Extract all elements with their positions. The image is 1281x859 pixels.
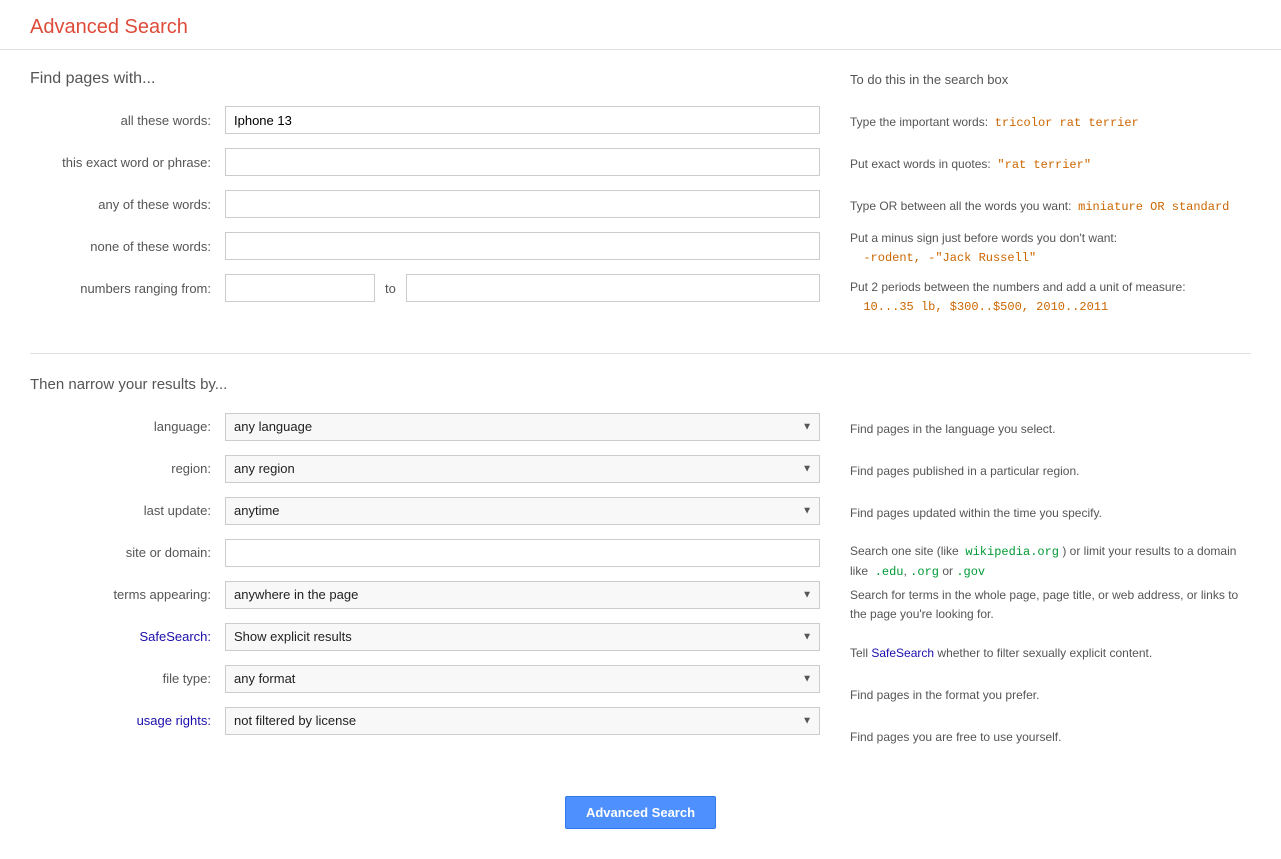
file-type-label: file type: xyxy=(30,671,225,686)
numbers-range-row: numbers ranging from: to xyxy=(30,274,820,302)
any-of-these-row: any of these words: xyxy=(30,190,820,218)
usage-rights-hint: Find pages you are free to use yourself. xyxy=(850,724,1251,752)
none-words-hint: Put a minus sign just before words you d… xyxy=(850,235,1251,263)
terms-appearing-select[interactable]: anywhere in the page in the title of the… xyxy=(225,581,820,609)
numbers-from-input[interactable] xyxy=(225,274,375,302)
usage-rights-row: usage rights: not filtered by license fr… xyxy=(30,707,820,735)
none-of-these-row: none of these words: xyxy=(30,232,820,260)
exact-word-hint: Put exact words in quotes: "rat terrier" xyxy=(850,151,1251,179)
last-update-label: last update: xyxy=(30,503,225,518)
exact-word-row: this exact word or phrase: xyxy=(30,148,820,176)
exact-word-input[interactable] xyxy=(225,148,820,176)
language-row: language: any language English French Ge… xyxy=(30,413,820,441)
numbers-hint: Put 2 periods between the numbers and ad… xyxy=(850,277,1251,319)
region-label: region: xyxy=(30,461,225,476)
any-of-these-label: any of these words: xyxy=(30,197,225,212)
any-words-hint: Type OR between all the words you want: … xyxy=(850,193,1251,221)
all-these-words-row: all these words: xyxy=(30,106,820,134)
all-these-words-label: all these words: xyxy=(30,113,225,128)
site-domain-row: site or domain: xyxy=(30,539,820,567)
all-words-hint: Type the important words: tricolor rat t… xyxy=(850,109,1251,137)
all-these-words-input[interactable] xyxy=(225,106,820,134)
safesearch-select[interactable]: Show explicit results Filter explicit re… xyxy=(225,623,820,651)
exact-word-label: this exact word or phrase: xyxy=(30,155,225,170)
submit-row: Advanced Search xyxy=(30,796,1251,829)
safesearch-row: SafeSearch: Show explicit results Filter… xyxy=(30,623,820,651)
terms-appearing-label: terms appearing: xyxy=(30,587,225,602)
page-title: Advanced Search xyxy=(30,16,1251,39)
site-domain-input[interactable] xyxy=(225,539,820,567)
find-pages-title: Find pages with... xyxy=(30,70,820,88)
usage-rights-select[interactable]: not filtered by license free to use or s… xyxy=(225,707,820,735)
language-hint: Find pages in the language you select. xyxy=(850,416,1251,444)
language-select[interactable]: any language English French German Spani… xyxy=(225,413,820,441)
numbers-to-input[interactable] xyxy=(406,274,820,302)
site-domain-label: site or domain: xyxy=(30,545,225,560)
region-hint: Find pages published in a particular reg… xyxy=(850,458,1251,486)
last-update-hint: Find pages updated within the time you s… xyxy=(850,500,1251,528)
none-of-these-label: none of these words: xyxy=(30,239,225,254)
range-to-label: to xyxy=(385,281,396,296)
to-do-title: To do this in the search box xyxy=(850,70,1251,91)
last-update-select[interactable]: anytime past 24 hours past week past mon… xyxy=(225,497,820,525)
language-label: language: xyxy=(30,419,225,434)
safesearch-hint: Tell SafeSearch whether to filter sexual… xyxy=(850,640,1251,668)
terms-hint: Search for terms in the whole page, page… xyxy=(850,584,1251,626)
none-of-these-input[interactable] xyxy=(225,232,820,260)
advanced-search-button[interactable]: Advanced Search xyxy=(565,796,716,829)
region-row: region: any region United States United … xyxy=(30,455,820,483)
numbers-range-label: numbers ranging from: xyxy=(30,281,225,296)
last-update-row: last update: anytime past 24 hours past … xyxy=(30,497,820,525)
site-domain-hint: Search one site (like wikipedia.org ) or… xyxy=(850,542,1251,570)
safesearch-label: SafeSearch: xyxy=(30,629,225,644)
region-select[interactable]: any region United States United Kingdom xyxy=(225,455,820,483)
file-type-row: file type: any format Adobe Acrobat PDF … xyxy=(30,665,820,693)
usage-rights-label: usage rights: xyxy=(30,713,225,728)
terms-appearing-row: terms appearing: anywhere in the page in… xyxy=(30,581,820,609)
narrow-results-title: Then narrow your results by... xyxy=(30,374,820,395)
file-type-hint: Find pages in the format you prefer. xyxy=(850,682,1251,710)
file-type-select[interactable]: any format Adobe Acrobat PDF (.pdf) Micr… xyxy=(225,665,820,693)
any-of-these-input[interactable] xyxy=(225,190,820,218)
